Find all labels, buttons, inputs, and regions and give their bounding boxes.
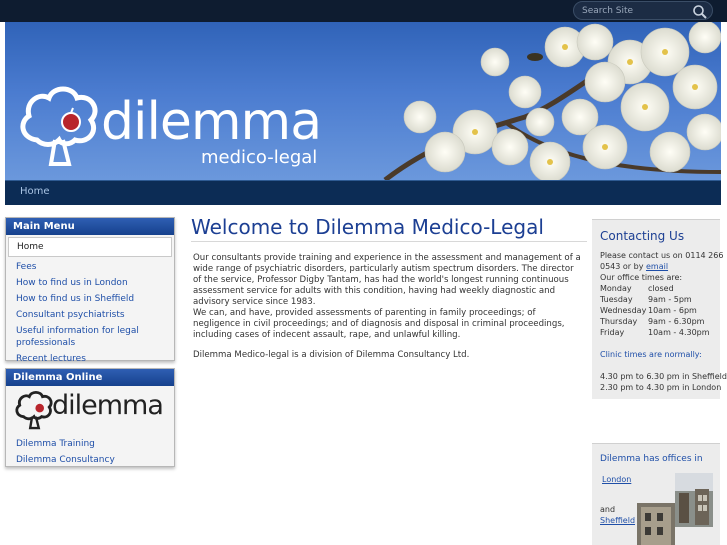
page-title: Welcome to Dilemma Medico-Legal: [191, 215, 544, 239]
hours-day: Tuesday: [600, 295, 633, 304]
contact-box: Contacting Us Please contact us on 0114 …: [592, 219, 727, 399]
hours-day: Wednesday: [600, 306, 647, 315]
logo-word: dilemma: [101, 92, 322, 152]
dilemma-online-box: Dilemma Online dilemma Dilemma Training …: [5, 368, 175, 467]
main-content: Our consultants provide training and exp…: [193, 253, 583, 370]
london-office-photo[interactable]: [675, 473, 713, 527]
search-input[interactable]: [582, 4, 682, 18]
tree-logo-small-icon: [15, 390, 53, 430]
menu-item-fees[interactable]: Fees: [6, 261, 174, 273]
sheffield-office-link[interactable]: Sheffield: [600, 515, 635, 526]
clinic-sheffield: 4.30 pm to 6.30 pm in Sheffield: [600, 372, 727, 381]
hours-time: 10am - 4.30pm: [648, 328, 710, 337]
hours-row: Thursday 9am - 6.30pm: [600, 316, 704, 327]
menu-item-london[interactable]: How to find us in London: [6, 277, 174, 289]
menu-item-legal-info[interactable]: Useful information for legal professiona…: [6, 325, 146, 349]
nav-home-link[interactable]: Home: [20, 186, 50, 197]
online-logo[interactable]: dilemma: [6, 386, 174, 434]
menu-item-consultants[interactable]: Consultant psychiatrists: [6, 309, 174, 321]
division-paragraph: Dilemma Medico-legal is a division of Di…: [193, 350, 470, 360]
title-divider: [191, 241, 587, 242]
intro-paragraph: Our consultants provide training and exp…: [193, 253, 581, 307]
offices-and: and: [600, 505, 616, 514]
sheffield-office-photo[interactable]: [637, 503, 675, 545]
hours-day: Monday: [600, 284, 632, 293]
assessments-paragraph: We can, and have, provided assessments o…: [193, 308, 565, 340]
hours-time: 9am - 5pm: [648, 295, 692, 304]
menu-item-home[interactable]: Home: [8, 237, 172, 257]
tree-logo-icon: [20, 86, 98, 166]
main-menu-title: Main Menu: [6, 218, 174, 235]
hours-time: 9am - 6.30pm: [648, 317, 705, 326]
main-menu-box: Main Menu Home Fees How to find us in Lo…: [5, 217, 175, 364]
hours-day: Friday: [600, 328, 625, 337]
clinic-times-title: Clinic times are normally:: [600, 350, 702, 359]
hours-row: Monday closed: [600, 283, 674, 294]
link-dilemma-training[interactable]: Dilemma Training: [6, 438, 174, 450]
search-icon[interactable]: [692, 4, 708, 20]
top-bar: [0, 0, 727, 22]
hours-time: 10am - 6pm: [648, 306, 697, 315]
nav-bar: Home: [5, 180, 721, 205]
menu-item-lectures[interactable]: Recent lectures: [6, 353, 174, 365]
office-times-label: Our office times are:: [600, 273, 683, 282]
hours-time: closed: [648, 284, 674, 293]
hours-day: Thursday: [600, 317, 638, 326]
contact-phone: Please contact us on 0114 266: [600, 251, 724, 260]
contact-email-prefix: 0543 or by: [600, 262, 646, 271]
menu-item-sheffield[interactable]: How to find us in Sheffield: [6, 293, 174, 305]
search-box[interactable]: [573, 1, 713, 20]
london-office-link[interactable]: London: [602, 474, 631, 485]
link-dilemma-consultancy[interactable]: Dilemma Consultancy: [6, 454, 174, 466]
hours-row: Wednesday 10am - 6pm: [600, 305, 697, 316]
logo-subtitle: medico-legal: [201, 147, 318, 168]
dilemma-online-title: Dilemma Online: [6, 369, 174, 386]
contact-title: Contacting Us: [600, 229, 685, 243]
offices-box: Dilemma has offices in London and Sheffi…: [592, 443, 720, 545]
email-link[interactable]: email: [646, 262, 668, 271]
clinic-london: 2.30 pm to 4.30 pm in London: [600, 383, 722, 392]
hours-row: Friday 10am - 4.30pm: [600, 327, 710, 338]
offices-title: Dilemma has offices in: [600, 454, 703, 464]
hours-row: Tuesday 9am - 5pm: [600, 294, 692, 305]
contact-email-line: 0543 or by email: [600, 261, 668, 272]
header-banner: dilemma medico-legal: [5, 22, 721, 180]
online-logo-word: dilemma: [52, 390, 164, 421]
